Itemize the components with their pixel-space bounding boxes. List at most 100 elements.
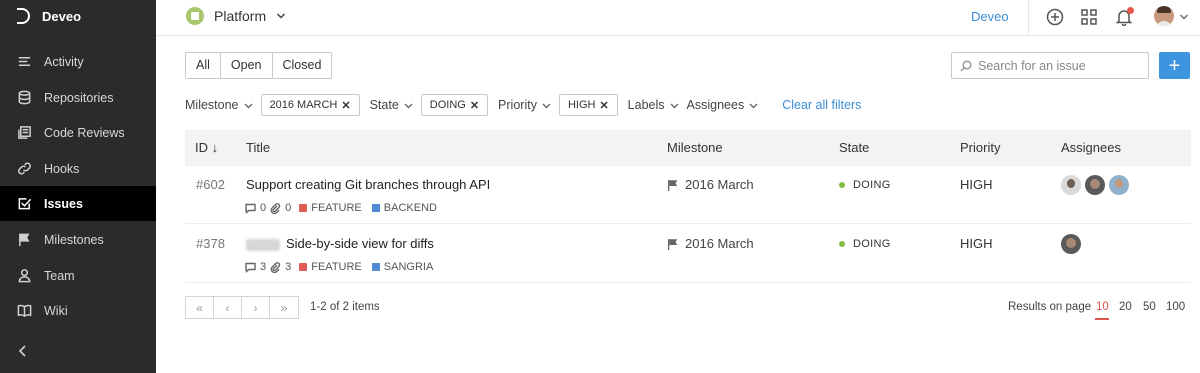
assignee-avatar[interactable] — [1085, 175, 1105, 195]
state-label: DOING — [853, 238, 891, 250]
organization-link[interactable]: Deveo — [971, 9, 1009, 24]
project-title: Platform — [214, 8, 267, 24]
column-assignees[interactable]: Assignees — [1061, 140, 1121, 155]
issue-state: DOING — [839, 238, 891, 250]
column-id[interactable]: ID ↓ — [195, 140, 218, 155]
segment-closed[interactable]: Closed — [272, 53, 332, 78]
sidebar-item-issues[interactable]: Issues — [0, 186, 156, 221]
prev-page-button[interactable]: ‹ — [214, 297, 242, 318]
sidebar-item-wiki[interactable]: Wiki — [0, 293, 156, 328]
comment-icon — [245, 203, 256, 214]
sidebar: Deveo Activity Repositories Code Reviews… — [0, 0, 156, 373]
issue-title[interactable]: Support creating Git branches through AP… — [246, 177, 490, 192]
label-color-swatch — [299, 263, 308, 271]
issue-title-wrap[interactable]: Side-by-side view for diffs — [246, 236, 434, 251]
chevron-down-icon — [670, 103, 679, 108]
sidebar-item-activity[interactable]: Activity — [0, 44, 156, 79]
issue-meta: 0 0 FEATURE BACKEND — [245, 202, 437, 214]
issue-label[interactable]: FEATURE — [311, 202, 362, 214]
issues-table-header: ID ↓ Title Milestone State Priority Assi… — [185, 130, 1191, 166]
issue-meta: 3 3 FEATURE SANGRIA — [245, 261, 433, 273]
sidebar-item-milestones[interactable]: Milestones — [0, 222, 156, 257]
sidebar-item-label: Repositories — [44, 90, 114, 105]
chip-label: 2016 MARCH — [269, 99, 338, 111]
flag-icon — [16, 232, 32, 248]
segment-all[interactable]: All — [186, 53, 221, 78]
first-page-button[interactable]: « — [186, 297, 214, 318]
attachment-icon — [270, 202, 281, 214]
remove-filter-icon[interactable]: ✕ — [341, 99, 350, 112]
attachment-count: 0 — [285, 202, 292, 214]
next-page-button[interactable]: › — [242, 297, 270, 318]
last-page-button[interactable]: » — [270, 297, 298, 318]
link-icon — [16, 161, 32, 177]
issue-label[interactable]: FEATURE — [311, 261, 362, 273]
page-size-option[interactable]: 20 — [1119, 301, 1132, 313]
notifications-button[interactable] — [1114, 7, 1134, 27]
redacted-tag — [246, 238, 280, 251]
book-icon — [16, 303, 32, 319]
page-size-option[interactable]: 10 — [1096, 301, 1109, 313]
segment-open[interactable]: Open — [220, 53, 273, 78]
priority-filter-chip[interactable]: HIGH ✕ — [558, 94, 618, 116]
sidebar-item-code-reviews[interactable]: Code Reviews — [0, 115, 156, 150]
sidebar-item-hooks[interactable]: Hooks — [0, 151, 156, 186]
add-issue-button[interactable]: + — [1159, 52, 1190, 79]
selected-page-size-indicator — [1095, 318, 1109, 320]
state-dot — [839, 241, 845, 247]
column-priority[interactable]: Priority — [960, 140, 1000, 155]
assignees-filter[interactable]: Assignees — [687, 98, 759, 112]
remove-filter-icon[interactable]: ✕ — [599, 99, 608, 112]
issue-status-segmented: All Open Closed — [185, 52, 333, 79]
sidebar-item-label: Milestones — [44, 232, 104, 247]
state-filter[interactable]: State — [370, 98, 413, 112]
remove-filter-icon[interactable]: ✕ — [470, 99, 479, 112]
issue-milestone[interactable]: 2016 March — [667, 177, 754, 192]
labels-filter[interactable]: Labels — [628, 98, 679, 112]
priority-filter-label: Priority — [498, 98, 537, 112]
grid-icon — [1081, 9, 1097, 25]
issue-label[interactable]: BACKEND — [384, 202, 437, 214]
milestone-filter-chip[interactable]: 2016 MARCH ✕ — [260, 94, 360, 116]
brand-name: Deveo — [42, 8, 82, 24]
clear-filters-link[interactable]: Clear all filters — [782, 98, 861, 112]
column-milestone[interactable]: Milestone — [667, 140, 723, 155]
milestone-filter[interactable]: Milestone — [185, 98, 253, 112]
user-menu-chevron-icon[interactable] — [1179, 12, 1189, 22]
chip-label: HIGH — [567, 99, 596, 111]
table-row[interactable]: #602 Support creating Git branches throu… — [185, 166, 1191, 224]
state-filter-chip[interactable]: DOING ✕ — [420, 94, 489, 116]
project-switcher[interactable]: Platform — [186, 7, 286, 25]
issue-priority: HIGH — [960, 236, 993, 251]
assignee-avatar[interactable] — [1061, 234, 1081, 254]
sidebar-item-repositories[interactable]: Repositories — [0, 80, 156, 115]
table-row[interactable]: #378 Side-by-side view for diffs 3 3 FEA… — [185, 225, 1191, 283]
sidebar-item-team[interactable]: Team — [0, 258, 156, 293]
assignee-avatar[interactable] — [1109, 175, 1129, 195]
database-icon — [16, 90, 32, 106]
issue-label[interactable]: SANGRIA — [384, 261, 434, 273]
column-state[interactable]: State — [839, 140, 869, 155]
priority-filter[interactable]: Priority — [498, 98, 551, 112]
label-color-swatch — [371, 263, 380, 271]
user-avatar[interactable] — [1154, 6, 1174, 26]
collapse-sidebar-button[interactable] — [17, 344, 31, 358]
assignee-avatar[interactable] — [1061, 175, 1081, 195]
comment-count: 0 — [260, 202, 267, 214]
page-size-option[interactable]: 100 — [1166, 301, 1185, 313]
column-title[interactable]: Title — [246, 140, 270, 155]
issue-search — [951, 52, 1149, 79]
issue-id[interactable]: #602 — [196, 177, 225, 192]
chevron-down-icon — [749, 103, 758, 108]
issue-milestone[interactable]: 2016 March — [667, 236, 754, 251]
results-per-page-label: Results on page — [1008, 301, 1092, 313]
search-input[interactable] — [978, 58, 1143, 73]
apps-button[interactable] — [1079, 7, 1099, 27]
page-size-option[interactable]: 50 — [1143, 301, 1156, 313]
chevron-down-icon — [542, 103, 551, 108]
create-button[interactable] — [1045, 7, 1065, 27]
brand[interactable]: Deveo — [0, 0, 156, 32]
issue-id[interactable]: #378 — [196, 236, 225, 251]
sidebar-item-label: Code Reviews — [44, 125, 125, 140]
issue-priority: HIGH — [960, 177, 993, 192]
